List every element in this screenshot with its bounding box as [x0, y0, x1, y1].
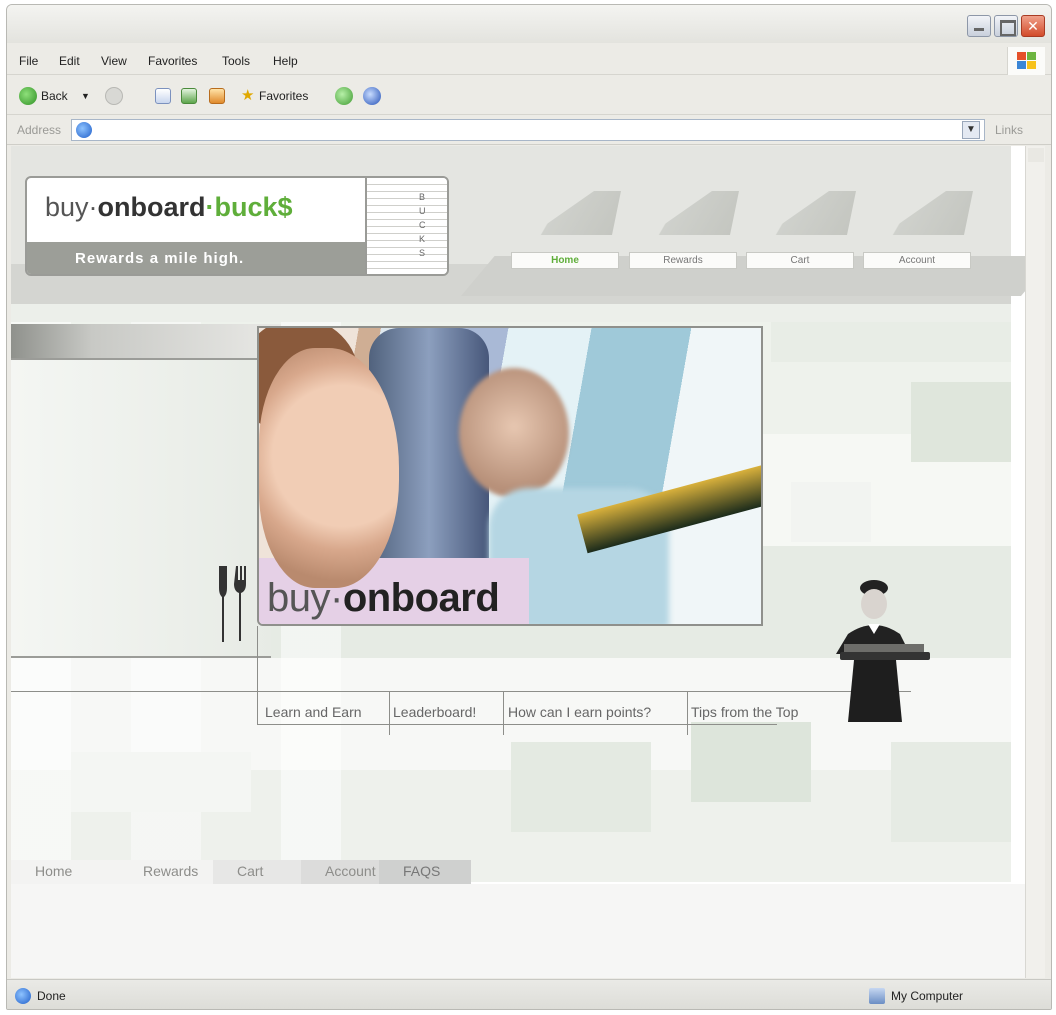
vertical-scrollbar[interactable] — [1025, 146, 1045, 978]
maximize-button[interactable] — [994, 15, 1018, 37]
brand-light: buy· — [267, 576, 343, 620]
divider — [389, 691, 390, 735]
forward-icon[interactable] — [105, 87, 123, 105]
refresh-icon[interactable] — [181, 88, 197, 104]
title-bar: ✕ — [7, 5, 1051, 43]
sub-nav-leaderboard[interactable]: Leaderboard! — [393, 704, 476, 720]
minimize-button[interactable] — [967, 15, 991, 37]
bottom-nav-cart[interactable]: Cart — [213, 860, 303, 884]
logo-part-buy: buy· — [45, 192, 98, 222]
sub-nav-learn-and-earn[interactable]: Learn and Earn — [265, 704, 362, 720]
address-input[interactable] — [71, 119, 985, 141]
menu-file[interactable]: File — [19, 54, 38, 68]
status-zone: My Computer — [891, 989, 964, 1003]
brand-wordmark: buy·onboard — [267, 576, 500, 621]
back-dropdown-icon[interactable]: ▼ — [81, 85, 90, 107]
divider — [11, 691, 911, 692]
back-button-label[interactable]: Back — [41, 85, 68, 107]
stop-icon[interactable] — [155, 88, 171, 104]
logo-part-onboard: onboard — [97, 192, 206, 222]
status-text: Done — [37, 989, 66, 1003]
favorites-button-label[interactable]: Favorites — [259, 85, 308, 107]
mosaic-block — [511, 742, 651, 832]
ticket-text: BUCKS — [419, 192, 426, 258]
mosaic-block — [791, 482, 871, 542]
media-icon[interactable] — [335, 87, 353, 105]
top-nav-rewards[interactable]: Rewards — [629, 252, 737, 269]
logo-wordmark: buy·onboard·buck$ — [45, 192, 293, 223]
toolbar: Back ▼ ★ Favorites — [7, 77, 1051, 115]
bottom-nav-faqs[interactable]: FAQS — [379, 860, 471, 884]
divider — [503, 691, 504, 735]
top-nav-account[interactable]: Account — [863, 252, 971, 269]
bottom-nav-home[interactable]: Home — [11, 860, 131, 884]
favorites-star-icon[interactable]: ★ — [241, 85, 254, 107]
minimize-icon — [968, 16, 990, 36]
history-icon[interactable] — [363, 87, 381, 105]
back-icon[interactable] — [19, 87, 37, 105]
divider — [687, 691, 688, 735]
links-button[interactable]: Links — [995, 123, 1023, 137]
divider — [257, 724, 777, 725]
close-icon: ✕ — [1027, 18, 1039, 34]
header-strip — [11, 324, 281, 358]
mosaic-block — [71, 752, 251, 812]
ie-icon — [76, 122, 92, 138]
page-empty-area — [11, 884, 1025, 978]
home-icon[interactable] — [209, 88, 225, 104]
bottom-nav: Home Rewards Cart Account FAQS — [11, 860, 471, 884]
top-nav-home[interactable]: Home — [511, 252, 619, 269]
sub-nav-earn-points[interactable]: How can I earn points? — [508, 704, 651, 720]
ie-icon — [15, 988, 31, 1004]
site-logo[interactable]: buy·onboard·buck$ Rewards a mile high. B… — [25, 176, 449, 276]
brand-bold: onboard — [342, 576, 500, 620]
sub-nav-tips[interactable]: Tips from the Top — [691, 704, 798, 720]
menu-view[interactable]: View — [101, 54, 127, 68]
address-bar: Address ▼ Links — [7, 115, 1051, 145]
divider — [257, 626, 258, 724]
menu-favorites[interactable]: Favorites — [148, 54, 197, 68]
mosaic-block — [771, 322, 1011, 362]
mosaic-block — [891, 742, 1011, 842]
menu-help[interactable]: Help — [273, 54, 298, 68]
mosaic-block — [691, 722, 811, 802]
top-nav-cart[interactable]: Cart — [746, 252, 854, 269]
windows-logo-icon — [1007, 47, 1045, 75]
status-bar: Done My Computer — [7, 979, 1051, 1009]
logo-ticket: BUCKS — [365, 178, 447, 274]
menu-bar: File Edit View Favorites Tools Help — [7, 45, 1051, 75]
logo-tagline: Rewards a mile high. — [27, 242, 365, 274]
address-label: Address — [17, 123, 62, 137]
address-dropdown-icon[interactable]: ▼ — [962, 121, 980, 139]
fork-knife-icon — [219, 566, 246, 642]
photo-face — [259, 348, 399, 588]
maximize-icon — [995, 16, 1017, 36]
scroll-up-button[interactable] — [1028, 148, 1044, 162]
close-button[interactable]: ✕ — [1021, 15, 1045, 37]
logo-part-bucks: ·buck$ — [205, 192, 293, 222]
site-page: buy·onboard·buck$ Rewards a mile high. B… — [11, 146, 1025, 884]
photo-passenger — [459, 368, 569, 498]
stewardess-image — [836, 580, 930, 722]
menu-tools[interactable]: Tools — [222, 54, 250, 68]
browser-window: ✕ File Edit View Favorites Tools Help Ba… — [6, 4, 1052, 1010]
page-viewport: buy·onboard·buck$ Rewards a mile high. B… — [11, 146, 1025, 978]
menu-edit[interactable]: Edit — [59, 54, 80, 68]
mosaic-block — [911, 382, 1011, 462]
computer-icon — [869, 988, 885, 1004]
